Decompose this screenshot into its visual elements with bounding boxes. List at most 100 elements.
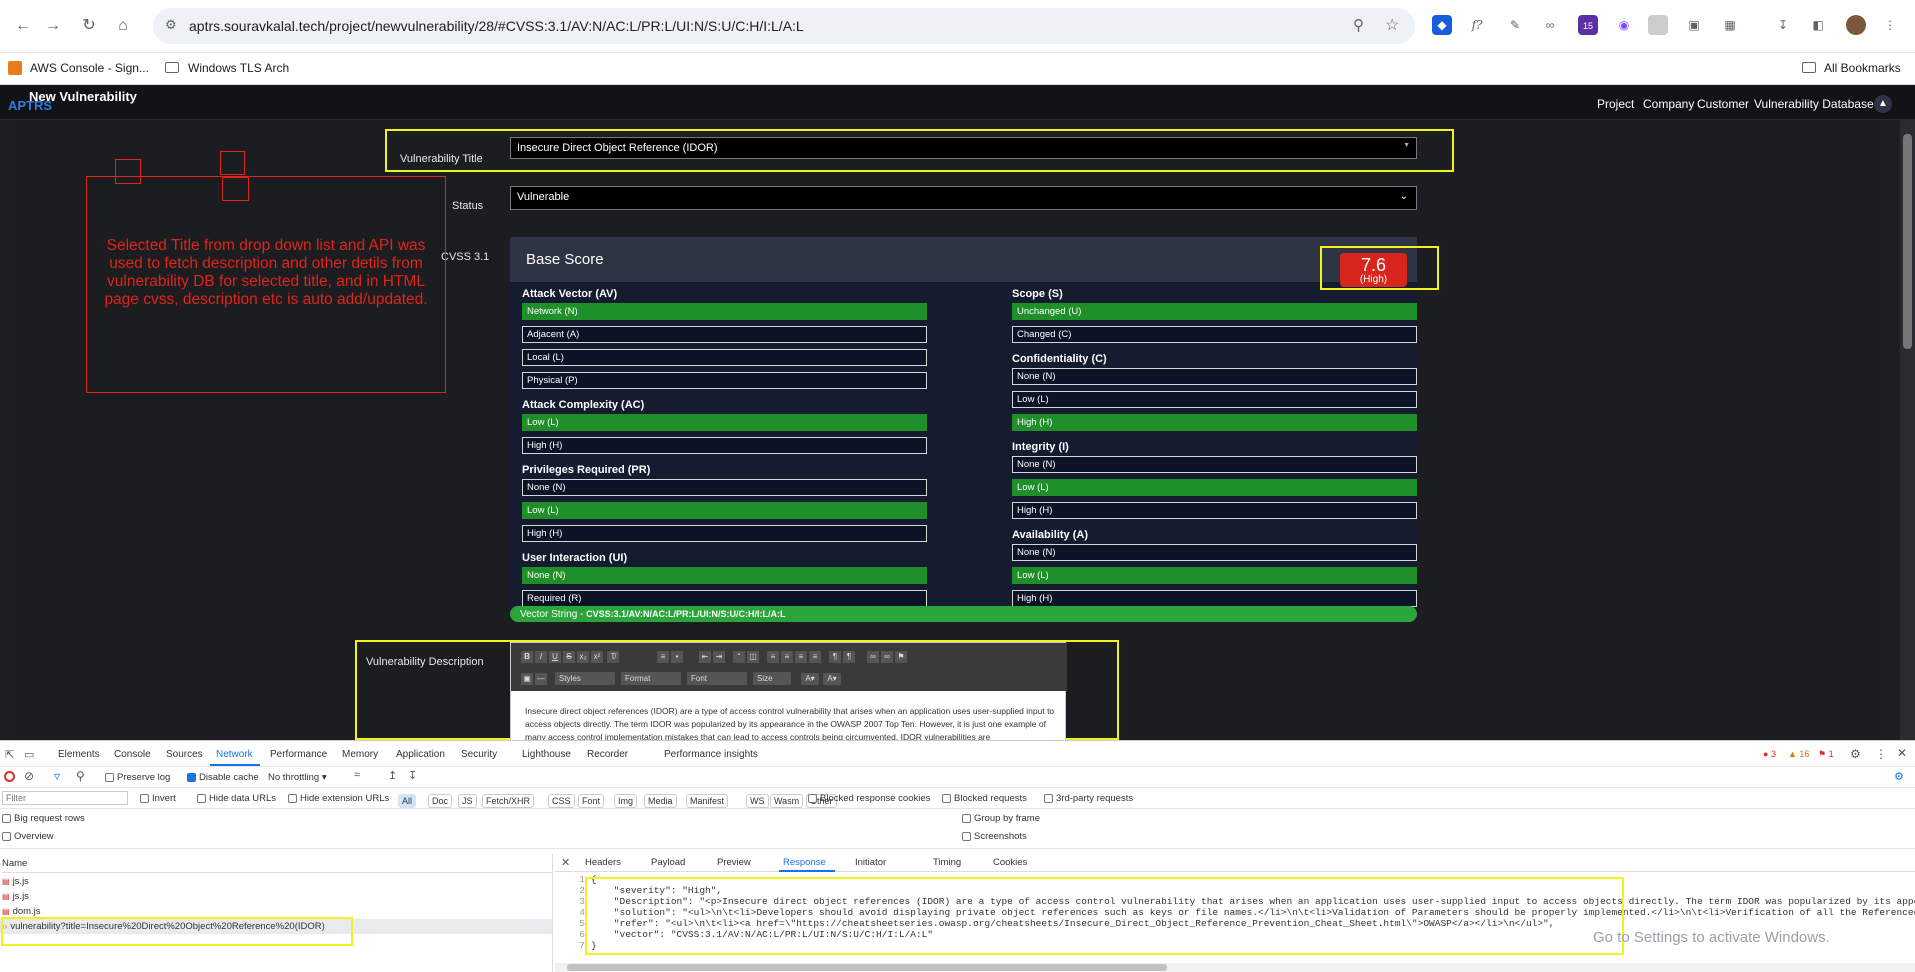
tab-network[interactable]: Network bbox=[216, 749, 253, 760]
inspect-icon[interactable]: ⇱ bbox=[5, 748, 14, 761]
detail-tab-response[interactable]: Response bbox=[783, 857, 826, 868]
invert-checkbox[interactable] bbox=[140, 793, 149, 803]
import-har-icon[interactable]: ↥ bbox=[388, 769, 397, 782]
blocked-requests-toggle[interactable]: Blocked requests bbox=[942, 793, 1027, 804]
zoom-icon[interactable]: ⚲ bbox=[1353, 16, 1364, 34]
bullet-list-icon[interactable]: • bbox=[671, 651, 683, 663]
tab-performance[interactable]: Performance bbox=[270, 749, 327, 760]
bookmark-aws[interactable]: AWS Console - Sign... bbox=[30, 61, 149, 75]
reload-icon[interactable]: ↻ bbox=[80, 17, 98, 35]
remove-format-icon[interactable]: T̸ bbox=[607, 651, 619, 663]
request-row[interactable]: ▤ js.js bbox=[0, 874, 552, 889]
tab-security[interactable]: Security bbox=[461, 749, 497, 760]
sidepanel-icon[interactable]: ◧ bbox=[1808, 15, 1828, 35]
type-filter-media[interactable]: Media bbox=[644, 794, 677, 808]
puzzle-icon[interactable]: ▦ bbox=[1720, 15, 1740, 35]
option-scope-s-unchanged-u[interactable]: Unchanged (U) bbox=[1012, 303, 1417, 320]
search-icon[interactable]: ⚲ bbox=[76, 769, 85, 783]
option-privileges-required-pr-low-l[interactable]: Low (L) bbox=[522, 502, 927, 519]
group-frame-checkbox[interactable] bbox=[962, 813, 971, 823]
tab-application[interactable]: Application bbox=[396, 749, 445, 760]
forward-icon[interactable]: → bbox=[44, 17, 62, 35]
close-detail-icon[interactable]: ✕ bbox=[561, 856, 570, 869]
type-filter-font[interactable]: Font bbox=[578, 794, 605, 808]
error-count[interactable]: ● 3 bbox=[1763, 749, 1776, 759]
hide-extension-urls-toggle[interactable]: Hide extension URLs bbox=[288, 793, 389, 804]
outdent-icon[interactable]: ⇤ bbox=[699, 651, 711, 663]
image-icon[interactable]: ▣ bbox=[521, 673, 533, 685]
font-dropdown[interactable]: Font bbox=[687, 672, 747, 685]
description-editor[interactable]: B I U S x₂ x² T̸ ≡ • ⇤ ⇥ “ ◫ ≡ ≡ ≡ ≡ ¶ ¶… bbox=[510, 642, 1067, 740]
hide-data-urls-toggle[interactable]: Hide data URLs bbox=[197, 793, 276, 804]
superscript-icon[interactable]: x² bbox=[591, 651, 603, 663]
ltr-icon[interactable]: ¶ bbox=[829, 651, 841, 663]
nav-project[interactable]: Project bbox=[1597, 97, 1634, 111]
size-dropdown[interactable]: Size bbox=[753, 672, 791, 685]
star-icon[interactable]: ☆ bbox=[1385, 15, 1399, 35]
url-text[interactable]: aptrs.souravkalal.tech/project/newvulner… bbox=[189, 18, 804, 34]
option-privileges-required-pr-high-h[interactable]: High (H) bbox=[522, 525, 927, 542]
type-filter-wasm[interactable]: Wasm bbox=[770, 794, 804, 808]
option-integrity-i-high-h[interactable]: High (H) bbox=[1012, 502, 1417, 519]
indent-icon[interactable]: ⇥ bbox=[713, 651, 725, 663]
filter-icon[interactable]: ▿ bbox=[54, 769, 60, 783]
warning-count[interactable]: ▲ 16 bbox=[1788, 749, 1809, 759]
option-attack-vector-av-physical-p[interactable]: Physical (P) bbox=[522, 372, 927, 389]
italic-icon[interactable]: I bbox=[535, 651, 547, 663]
disable-cache-checkbox[interactable] bbox=[187, 772, 196, 782]
bg-color-icon[interactable]: A▾ bbox=[823, 673, 841, 685]
detail-tab-payload[interactable]: Payload bbox=[651, 857, 685, 868]
camera-icon[interactable]: ▣ bbox=[1684, 15, 1704, 35]
detail-tab-cookies[interactable]: Cookies bbox=[993, 857, 1027, 868]
request-row[interactable]: ▤ js.js bbox=[0, 889, 552, 904]
hr-icon[interactable]: — bbox=[535, 673, 547, 685]
type-filter-js[interactable]: JS bbox=[458, 794, 477, 808]
preserve-log-toggle[interactable]: Preserve log bbox=[105, 772, 170, 783]
download-icon[interactable]: ↧ bbox=[1773, 15, 1793, 35]
hide-extension-urls-checkbox[interactable] bbox=[288, 793, 297, 803]
unlink-icon[interactable]: ∞ bbox=[881, 651, 893, 663]
option-integrity-i-none-n[interactable]: None (N) bbox=[1012, 456, 1417, 473]
div-icon[interactable]: ◫ bbox=[747, 651, 759, 663]
link-icon[interactable]: ∞ bbox=[867, 651, 879, 663]
third-party-checkbox[interactable] bbox=[1044, 793, 1053, 803]
all-bookmarks[interactable]: All Bookmarks bbox=[1824, 61, 1901, 75]
bitwarden-icon[interactable]: ◆ bbox=[1432, 15, 1452, 35]
align-right-icon[interactable]: ≡ bbox=[795, 651, 807, 663]
back-icon[interactable]: ← bbox=[14, 17, 32, 35]
align-center-icon[interactable]: ≡ bbox=[781, 651, 793, 663]
option-confidentiality-c-high-h[interactable]: High (H) bbox=[1012, 414, 1417, 431]
type-filter-css[interactable]: CSS bbox=[548, 794, 575, 808]
anchor-icon[interactable]: ⚑ bbox=[895, 651, 907, 663]
bold-icon[interactable]: B bbox=[521, 651, 533, 663]
type-filter-manifest[interactable]: Manifest bbox=[686, 794, 729, 808]
option-integrity-i-low-l[interactable]: Low (L) bbox=[1012, 479, 1417, 496]
styles-dropdown[interactable]: Styles bbox=[555, 672, 615, 685]
option-availability-a-none-n[interactable]: None (N) bbox=[1012, 544, 1417, 561]
numbered-list-icon[interactable]: ≡ bbox=[657, 651, 669, 663]
tab-lighthouse[interactable]: Lighthouse bbox=[522, 749, 571, 760]
tab-console[interactable]: Console bbox=[114, 749, 151, 760]
network-settings-icon[interactable]: ⚙ bbox=[1894, 770, 1904, 783]
screenshots-toggle[interactable]: Screenshots bbox=[962, 831, 1027, 842]
throttling-select[interactable]: No throttling ▾ bbox=[268, 772, 327, 783]
justify-icon[interactable]: ≡ bbox=[809, 651, 821, 663]
status-select[interactable]: Vulnerable ⌄ bbox=[510, 186, 1417, 210]
blockquote-icon[interactable]: “ bbox=[733, 651, 745, 663]
tab-memory[interactable]: Memory bbox=[342, 749, 378, 760]
disable-cache-toggle[interactable]: Disable cache bbox=[187, 772, 259, 783]
screenshots-checkbox[interactable] bbox=[962, 831, 971, 841]
align-left-icon[interactable]: ≡ bbox=[767, 651, 779, 663]
option-attack-vector-av-local-l[interactable]: Local (L) bbox=[522, 349, 927, 366]
type-filter-ws[interactable]: WS bbox=[746, 794, 769, 808]
extension-badge-icon[interactable]: 15 bbox=[1578, 15, 1598, 35]
address-bar[interactable]: ⚙ aptrs.souravkalal.tech/project/newvuln… bbox=[153, 8, 1415, 44]
option-attack-vector-av-network-n[interactable]: Network (N) bbox=[522, 303, 927, 320]
name-column-header[interactable]: Name bbox=[2, 858, 553, 873]
format-dropdown[interactable]: Format bbox=[621, 672, 681, 685]
title-select[interactable]: Insecure Direct Object Reference (IDOR) … bbox=[510, 137, 1417, 159]
more-icon[interactable]: ⋮ bbox=[1875, 747, 1887, 761]
big-rows-checkbox[interactable] bbox=[2, 813, 11, 823]
blocked-cookies-toggle[interactable]: Blocked response cookies bbox=[808, 793, 930, 804]
nav-company[interactable]: Company bbox=[1643, 97, 1694, 111]
